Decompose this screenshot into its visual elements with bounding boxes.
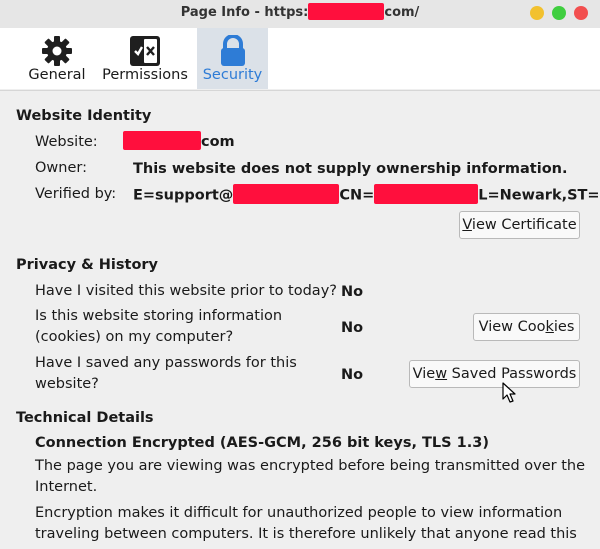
window-title-suffix: com/ [384, 5, 420, 20]
tab-security-label: Security [202, 67, 263, 83]
encrypted-paragraph-line1: The page you are viewing was encrypted b… [35, 458, 585, 474]
title-bar[interactable]: Page Info - https: com/ [0, 0, 600, 28]
mouse-cursor-icon [502, 382, 516, 408]
tab-security[interactable]: Security [197, 28, 268, 89]
lock-icon [219, 34, 247, 71]
view-cookies-label-pre: View Coo [478, 319, 546, 335]
technical-details-heading: Technical Details [16, 410, 154, 426]
owner-label: Owner: [35, 160, 87, 176]
website-label: Website: [35, 134, 98, 150]
view-passwords-label-pre: Vie [412, 366, 436, 382]
redacted-cn [374, 184, 479, 204]
verified-location: L=Newark,ST=NJ [478, 187, 600, 204]
view-saved-passwords-button[interactable]: View Saved Passwords [409, 360, 580, 388]
tab-permissions[interactable]: Permissions [100, 28, 190, 89]
view-passwords-label-post: Saved Passwords [447, 366, 577, 382]
tab-general-label: General [28, 67, 86, 83]
gear-icon [41, 35, 73, 71]
minimize-button[interactable] [530, 6, 544, 20]
verified-by-value: E=support@ CN= L=Newark,ST=NJ [133, 184, 600, 204]
passwords-answer: No [341, 367, 364, 383]
view-certificate-button[interactable]: View Certificate [459, 211, 580, 239]
window-title-prefix: Page Info - https: [180, 5, 309, 20]
view-cookies-label-post: ies [553, 319, 575, 335]
encrypted-paragraph-line2: Internet. [35, 479, 98, 495]
connection-status: Connection Encrypted (AES-GCM, 256 bit k… [35, 435, 489, 451]
cookies-answer: No [341, 320, 364, 336]
website-identity-heading: Website Identity [16, 108, 152, 124]
encryption-paragraph-line2: traveling between computers. It is there… [35, 526, 577, 542]
maximize-button[interactable] [552, 6, 566, 20]
close-button[interactable] [574, 6, 588, 20]
redacted-domain [308, 2, 385, 20]
page-info-window: Page Info - https: com/ General Permissi… [0, 0, 600, 549]
website-value: com [123, 131, 235, 150]
view-cookies-button[interactable]: View Cookies [473, 313, 580, 341]
cookies-question-line2: (cookies) on my computer? [35, 329, 234, 345]
security-panel: Website Identity Website: com Owner: Thi… [0, 90, 600, 549]
passwords-question-line1: Have I saved any passwords for this [35, 355, 297, 371]
verified-cn-prefix: CN= [339, 187, 375, 204]
cookies-question-line1: Is this website storing information [35, 308, 283, 324]
owner-value: This website does not supply ownership i… [133, 161, 568, 177]
passwords-question-line2: website? [35, 376, 99, 392]
tab-toolbar: General Permissions Security [0, 28, 600, 89]
privacy-history-heading: Privacy & History [16, 257, 159, 273]
redacted-email [233, 184, 340, 204]
view-cookies-accel: k [545, 319, 554, 335]
encryption-paragraph-line1: Encryption makes it difficult for unauth… [35, 505, 563, 521]
view-certificate-label-post: iew Certificate [471, 217, 577, 233]
tab-permissions-label: Permissions [102, 67, 188, 83]
verified-by-label: Verified by: [35, 186, 117, 202]
visited-question: Have I visited this website prior to tod… [35, 283, 337, 299]
view-certificate-accel: V [462, 217, 472, 233]
view-passwords-accel: w [435, 366, 448, 382]
redacted-website [123, 131, 201, 150]
website-suffix: com [201, 134, 235, 150]
tab-general[interactable]: General [24, 28, 90, 89]
window-title: Page Info - https: com/ [0, 2, 600, 20]
visited-answer: No [341, 284, 364, 300]
permissions-toggle-icon [129, 35, 161, 71]
verified-email-prefix: E=support@ [133, 187, 234, 204]
